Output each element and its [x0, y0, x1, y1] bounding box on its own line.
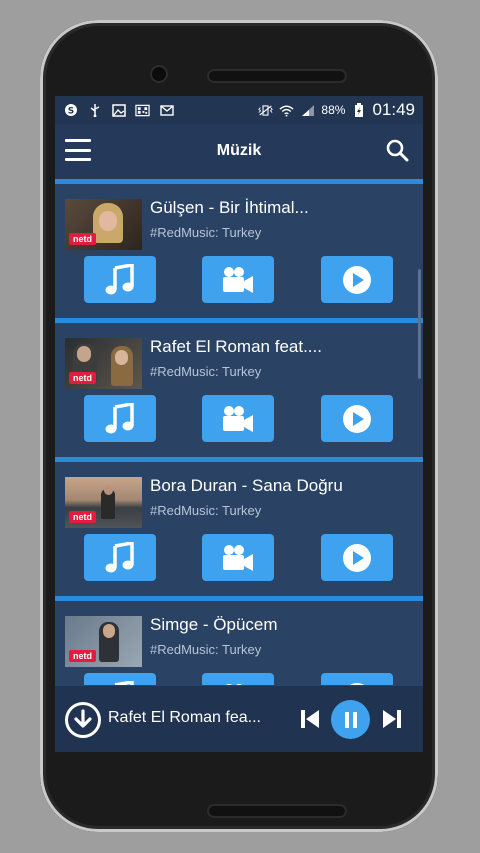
app-screen: S 88% 01:49 Müzik netd Gülşen - Bir İhti…: [55, 96, 423, 752]
signal-icon: [300, 104, 315, 117]
video-camera-button[interactable]: [202, 395, 274, 442]
play-button[interactable]: [321, 534, 393, 581]
play-button[interactable]: [321, 256, 393, 303]
play-button[interactable]: [321, 673, 393, 685]
pause-icon: [344, 711, 357, 728]
music-note-icon: [105, 402, 134, 433]
song-subtitle: #RedMusic: Turkey: [150, 364, 262, 379]
channel-logo: netd: [69, 372, 96, 384]
play-icon: [343, 265, 371, 294]
channel-logo: netd: [69, 650, 96, 662]
video-camera-icon: [223, 544, 253, 571]
channel-logo: netd: [69, 233, 96, 245]
song-card[interactable]: netd Rafet El Roman feat.... #RedMusic: …: [55, 318, 423, 457]
music-note-button[interactable]: [84, 256, 156, 303]
battery-percent: 88%: [321, 103, 346, 117]
wifi-icon: [279, 104, 294, 117]
skype-icon: S: [63, 104, 78, 117]
usb-icon: [87, 104, 102, 117]
song-subtitle: #RedMusic: Turkey: [150, 225, 262, 240]
status-clock: 01:49: [372, 100, 415, 119]
now-playing-title[interactable]: Rafet El Roman fea...: [108, 709, 261, 727]
list-scrollbar[interactable]: [418, 269, 421, 379]
mail-icon: [159, 104, 174, 117]
page-title: Müzik: [216, 142, 262, 159]
qr-icon: [135, 104, 150, 117]
song-title[interactable]: Rafet El Roman feat....: [150, 337, 322, 357]
vibrate-icon: [258, 104, 274, 117]
play-icon: [343, 543, 371, 572]
earpiece-speaker: [207, 69, 347, 83]
video-camera-button[interactable]: [202, 673, 274, 685]
svg-text:S: S: [67, 107, 73, 117]
play-button[interactable]: [321, 395, 393, 442]
play-icon: [343, 404, 371, 433]
song-subtitle: #RedMusic: Turkey: [150, 642, 262, 657]
video-camera-button[interactable]: [202, 534, 274, 581]
channel-logo: netd: [69, 511, 96, 523]
download-arrow-icon: [74, 709, 92, 728]
video-camera-button[interactable]: [202, 256, 274, 303]
pause-button[interactable]: [331, 700, 370, 739]
video-thumbnail[interactable]: netd: [65, 199, 142, 250]
search-icon[interactable]: [385, 138, 411, 164]
song-list[interactable]: netd Gülşen - Bir İhtimal... #RedMusic: …: [55, 179, 423, 685]
video-camera-icon: [223, 405, 253, 432]
song-card[interactable]: netd Simge - Öpücem #RedMusic: Turkey: [55, 596, 423, 685]
mini-player: Rafet El Roman fea...: [55, 685, 423, 752]
music-note-button[interactable]: [84, 673, 156, 685]
app-bar: Müzik: [55, 124, 423, 179]
download-button[interactable]: [65, 702, 101, 738]
song-title[interactable]: Simge - Öpücem: [150, 615, 278, 635]
battery-icon: [351, 103, 366, 117]
video-camera-icon: [223, 266, 253, 293]
song-title[interactable]: Gülşen - Bir İhtimal...: [150, 198, 309, 218]
video-thumbnail[interactable]: netd: [65, 477, 142, 528]
video-thumbnail[interactable]: netd: [65, 616, 142, 667]
music-note-button[interactable]: [84, 534, 156, 581]
status-bar: S 88% 01:49: [55, 96, 423, 124]
video-thumbnail[interactable]: netd: [65, 338, 142, 389]
song-subtitle: #RedMusic: Turkey: [150, 503, 262, 518]
music-note-icon: [105, 263, 134, 294]
image-icon: [111, 103, 126, 117]
front-camera: [150, 65, 168, 83]
song-card[interactable]: netd Bora Duran - Sana Doğru #RedMusic: …: [55, 457, 423, 596]
music-note-icon: [105, 541, 134, 572]
previous-track-icon[interactable]: [299, 708, 321, 730]
song-card[interactable]: netd Gülşen - Bir İhtimal... #RedMusic: …: [55, 179, 423, 318]
song-title[interactable]: Bora Duran - Sana Doğru: [150, 476, 343, 496]
music-note-button[interactable]: [84, 395, 156, 442]
next-track-icon[interactable]: [381, 708, 403, 730]
bottom-speaker: [207, 804, 347, 818]
